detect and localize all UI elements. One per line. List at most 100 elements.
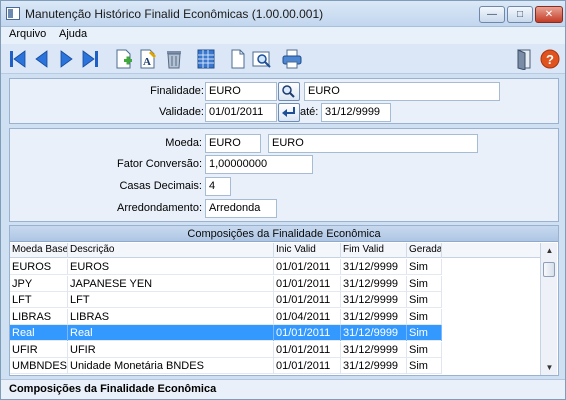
next-record-icon[interactable] (55, 48, 77, 70)
cell-fim-valid: 31/12/9999 (341, 259, 407, 275)
casas-decimais-field[interactable]: 4 (205, 177, 231, 196)
cell-inic-valid: 01/01/2011 (274, 292, 341, 308)
menu-ajuda[interactable]: Ajuda (59, 28, 87, 40)
ate-label: até: (300, 106, 319, 118)
grid-title: Composições da Finalidade Econômica (10, 226, 558, 242)
detail-form-panel: Moeda: EURO EURO Fator Conversão: 1,0000… (9, 128, 559, 222)
add-record-icon[interactable] (113, 48, 135, 70)
grid-header: Moeda Base Descrição Inic Valid Fim Vali… (10, 243, 540, 258)
cell-moeda-base: UMBNDES (12, 358, 68, 374)
scroll-thumb[interactable] (543, 262, 555, 277)
close-button[interactable]: ✕ (535, 6, 563, 23)
status-bar: Composições da Finalidade Econômica (1, 379, 565, 399)
scroll-up-icon[interactable]: ▲ (542, 243, 557, 258)
cell-fim-valid: 31/12/9999 (341, 358, 407, 374)
cell-inic-valid: 01/01/2011 (274, 325, 341, 341)
header-form-panel: Finalidade: EURO EURO Validade: 01/01/20… (9, 78, 559, 124)
validade-from-field[interactable]: 01/01/2011 (205, 103, 277, 122)
search-button[interactable] (278, 82, 300, 101)
cell-moeda-base: Real (10, 325, 68, 341)
cell-gerada: Sim (407, 341, 442, 358)
cell-descricao: Unidade Monetária BNDES (68, 358, 274, 374)
cell-descricao: Real (68, 325, 274, 341)
table-row[interactable]: LIBRAS LIBRAS 01/04/2011 31/12/9999 Sim (10, 308, 442, 325)
minimize-button[interactable]: — (479, 6, 505, 23)
cell-fim-valid: 31/12/9999 (341, 308, 407, 325)
cell-fim-valid: 31/12/9999 (341, 325, 407, 341)
moeda-code-field[interactable]: EURO (205, 134, 261, 153)
zoom-icon[interactable] (251, 48, 273, 70)
cell-moeda-base: LFT (10, 292, 68, 308)
cell-inic-valid: 01/01/2011 (274, 358, 341, 374)
cell-inic-valid: 01/04/2011 (274, 308, 341, 325)
finalidade-label: Finalidade: (150, 85, 204, 97)
table-row[interactable]: UMBNDES Unidade Monetária BNDES 01/01/2011… (10, 358, 442, 374)
moeda-desc-field[interactable]: EURO (268, 134, 478, 153)
help-icon[interactable]: ? (539, 48, 561, 70)
document-icon[interactable] (227, 48, 249, 70)
cell-moeda-base: LIBRAS (10, 308, 68, 325)
edit-record-icon[interactable]: A (137, 48, 159, 70)
last-record-icon[interactable] (79, 48, 101, 70)
status-text: Composições da Finalidade Econômica (9, 383, 217, 395)
cell-moeda-base: EUROS (10, 259, 68, 275)
table-row[interactable]: EUROS EUROS 01/01/2011 31/12/9999 Sim (10, 259, 442, 275)
table-row[interactable]: Real Real 01/01/2011 31/12/9999 Sim (10, 325, 442, 341)
cell-gerada: Sim (407, 308, 442, 325)
cell-descricao: LIBRAS (68, 308, 274, 325)
main-window: Manutenção Histórico Finalid Econômicas … (0, 0, 566, 400)
toolbar: A ? (1, 44, 565, 74)
menu-bar: Arquivo Ajuda (1, 27, 565, 44)
fator-conversao-field[interactable]: 1,00000000 (205, 155, 313, 174)
validade-label: Validade: (158, 106, 204, 118)
column-header-inic-valid[interactable]: Inic Valid (274, 243, 341, 258)
scroll-down-icon[interactable]: ▼ (542, 360, 557, 375)
cell-inic-valid: 01/01/2011 (274, 275, 341, 292)
casas-decimais-label: Casas Decimais: (119, 180, 202, 192)
svg-text:?: ? (546, 52, 554, 67)
svg-text:A: A (143, 56, 151, 68)
cell-descricao: JAPANESE YEN (68, 275, 274, 292)
column-header-gerada[interactable]: Gerada (407, 243, 442, 258)
enter-icon (282, 107, 295, 117)
table-row[interactable]: LFT LFT 01/01/2011 31/12/9999 Sim (10, 292, 442, 308)
cell-gerada: Sim (407, 358, 442, 374)
composicoes-grid: Composições da Finalidade Econômica Moed… (9, 225, 559, 376)
column-header-descricao[interactable]: Descrição (68, 243, 274, 258)
window-title: Manutenção Histórico Finalid Econômicas … (25, 7, 324, 21)
arredondamento-field[interactable]: Arredonda (205, 199, 277, 218)
fator-conversao-label: Fator Conversão: (117, 158, 202, 170)
finalidade-desc-field[interactable]: EURO (304, 82, 500, 101)
table-row[interactable]: JPY JAPANESE YEN 01/01/2011 31/12/9999 Sim (10, 275, 442, 292)
grid-view-icon[interactable] (195, 48, 217, 70)
print-icon[interactable] (281, 48, 303, 70)
delete-record-icon[interactable] (163, 48, 185, 70)
cell-gerada: Sim (407, 259, 442, 275)
moeda-label: Moeda: (165, 137, 202, 149)
app-icon (6, 7, 20, 20)
title-bar: Manutenção Histórico Finalid Econômicas … (1, 1, 565, 27)
cell-inic-valid: 01/01/2011 (274, 259, 341, 275)
previous-record-icon[interactable] (31, 48, 53, 70)
cell-fim-valid: 31/12/9999 (341, 292, 407, 308)
cell-fim-valid: 31/12/9999 (341, 275, 407, 292)
enter-button[interactable] (278, 103, 300, 122)
column-header-moeda-base[interactable]: Moeda Base (10, 243, 68, 258)
search-icon (282, 85, 295, 98)
cell-moeda-base: JPY (10, 275, 68, 292)
first-record-icon[interactable] (7, 48, 29, 70)
cell-descricao: LFT (68, 292, 274, 308)
exit-icon[interactable] (513, 48, 535, 71)
arredondamento-label: Arredondamento: (117, 202, 202, 214)
cell-inic-valid: 01/01/2011 (274, 341, 341, 358)
maximize-button[interactable]: □ (507, 6, 533, 23)
validade-to-field[interactable]: 31/12/9999 (321, 103, 391, 122)
table-row[interactable]: UFIR UFIR 01/01/2011 31/12/9999 Sim (10, 341, 442, 358)
column-header-fim-valid[interactable]: Fim Valid (341, 243, 407, 258)
finalidade-code-field[interactable]: EURO (205, 82, 277, 101)
cell-fim-valid: 31/12/9999 (341, 341, 407, 358)
cell-descricao: UFIR (68, 341, 274, 358)
menu-arquivo[interactable]: Arquivo (9, 28, 46, 40)
cell-descricao: EUROS (68, 259, 274, 275)
vertical-scrollbar[interactable]: ▲ ▼ (540, 243, 557, 375)
